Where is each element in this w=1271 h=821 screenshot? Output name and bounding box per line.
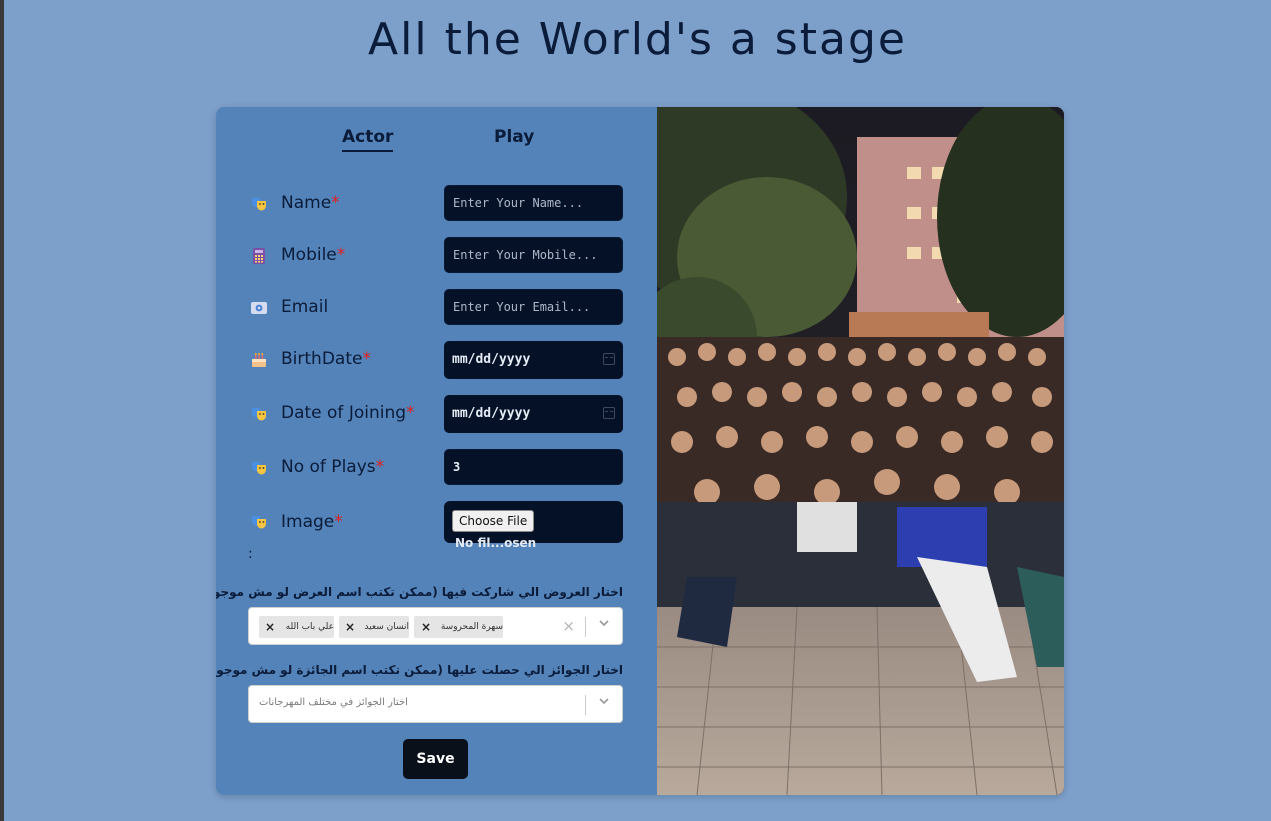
form-card: Actor Play Name* Mobile* Email xyxy=(216,107,1064,795)
birthdate-label: BirthDate* xyxy=(281,349,371,369)
date-of-joining-input[interactable]: mm/dd/yyyy xyxy=(444,395,623,433)
no-of-plays-input[interactable] xyxy=(444,449,623,485)
remove-tag-icon[interactable]: × xyxy=(416,616,436,638)
email-row: Email xyxy=(250,289,624,325)
plays-tag-label: علي باب الله xyxy=(285,622,334,632)
tab-play[interactable]: Play xyxy=(494,127,534,147)
name-input[interactable] xyxy=(444,185,623,221)
awards-select-label: اختار الجوائز الي حصلت عليها (ممكن تكتب … xyxy=(216,663,623,677)
image-file-input[interactable]: Choose File No fil...osen xyxy=(444,501,623,550)
awards-multiselect[interactable]: اختار الجوائز في مختلف المهرجانات xyxy=(248,685,623,723)
remove-tag-icon[interactable]: × xyxy=(260,616,280,638)
calculator-icon xyxy=(250,247,268,265)
select-separator xyxy=(585,617,586,637)
email-input[interactable] xyxy=(444,289,623,325)
form-panel: Actor Play Name* Mobile* Email xyxy=(216,107,657,795)
plays-tag-label: سهرة المحروسة xyxy=(440,622,503,632)
select-separator xyxy=(585,695,586,715)
date-of-joining-label: Date of Joining* xyxy=(281,403,415,423)
no-of-plays-row: No of Plays* xyxy=(250,449,624,485)
birthdate-input[interactable]: mm/dd/yyyy xyxy=(444,341,623,379)
awards-placeholder: اختار الجوائز في مختلف المهرجانات xyxy=(259,697,408,708)
birthdate-row: BirthDate* mm/dd/yyyy xyxy=(250,341,624,379)
stray-colon: : xyxy=(248,546,253,562)
mobile-row: Mobile* xyxy=(250,237,624,273)
clear-selection-icon[interactable]: × xyxy=(562,617,575,635)
calendar-icon[interactable] xyxy=(603,407,615,419)
email-icon xyxy=(250,299,268,317)
plays-tag-label: انسان سعيد xyxy=(364,622,409,632)
chevron-down-icon[interactable] xyxy=(599,618,609,628)
name-row: Name* xyxy=(250,185,624,221)
group-photo-image xyxy=(657,107,1064,795)
theater-masks-icon xyxy=(250,405,268,423)
save-button[interactable]: Save xyxy=(403,739,468,779)
date-of-joining-row: Date of Joining* mm/dd/yyyy xyxy=(250,395,624,433)
email-label: Email xyxy=(281,297,329,317)
remove-tag-icon[interactable]: × xyxy=(340,616,360,638)
file-status-text: No fil...osen xyxy=(455,535,537,550)
plays-multiselect[interactable]: سهرة المحروسة × انسان سعيد × علي باب الل… xyxy=(248,607,623,645)
theater-masks-icon xyxy=(250,195,268,213)
date-of-joining-value: mm/dd/yyyy xyxy=(452,406,531,421)
image-row: Image* Choose File No fil...osen xyxy=(250,501,624,550)
mobile-input[interactable] xyxy=(444,237,623,273)
page-title: All the World's a stage xyxy=(368,14,907,65)
birthday-cake-icon xyxy=(250,351,268,369)
plays-tag: سهرة المحروسة × xyxy=(414,616,503,638)
calendar-icon[interactable] xyxy=(603,353,615,365)
plays-tag: علي باب الله × xyxy=(259,616,334,638)
name-label: Name* xyxy=(281,193,340,213)
plays-tag: انسان سعيد × xyxy=(339,616,409,638)
mobile-label: Mobile* xyxy=(281,245,346,265)
chevron-down-icon[interactable] xyxy=(599,696,609,706)
no-of-plays-label: No of Plays* xyxy=(281,457,385,477)
choose-file-button[interactable]: Choose File xyxy=(452,510,535,532)
plays-select-label: اختار العروض الي شاركت فيها (ممكن تكتب ا… xyxy=(216,585,623,599)
image-label: Image* xyxy=(281,512,343,532)
tab-actor[interactable]: Actor xyxy=(342,127,394,152)
birthdate-value: mm/dd/yyyy xyxy=(452,352,531,367)
theater-masks-icon xyxy=(250,459,268,477)
theater-masks-icon xyxy=(250,513,268,531)
group-photo xyxy=(657,107,1064,795)
